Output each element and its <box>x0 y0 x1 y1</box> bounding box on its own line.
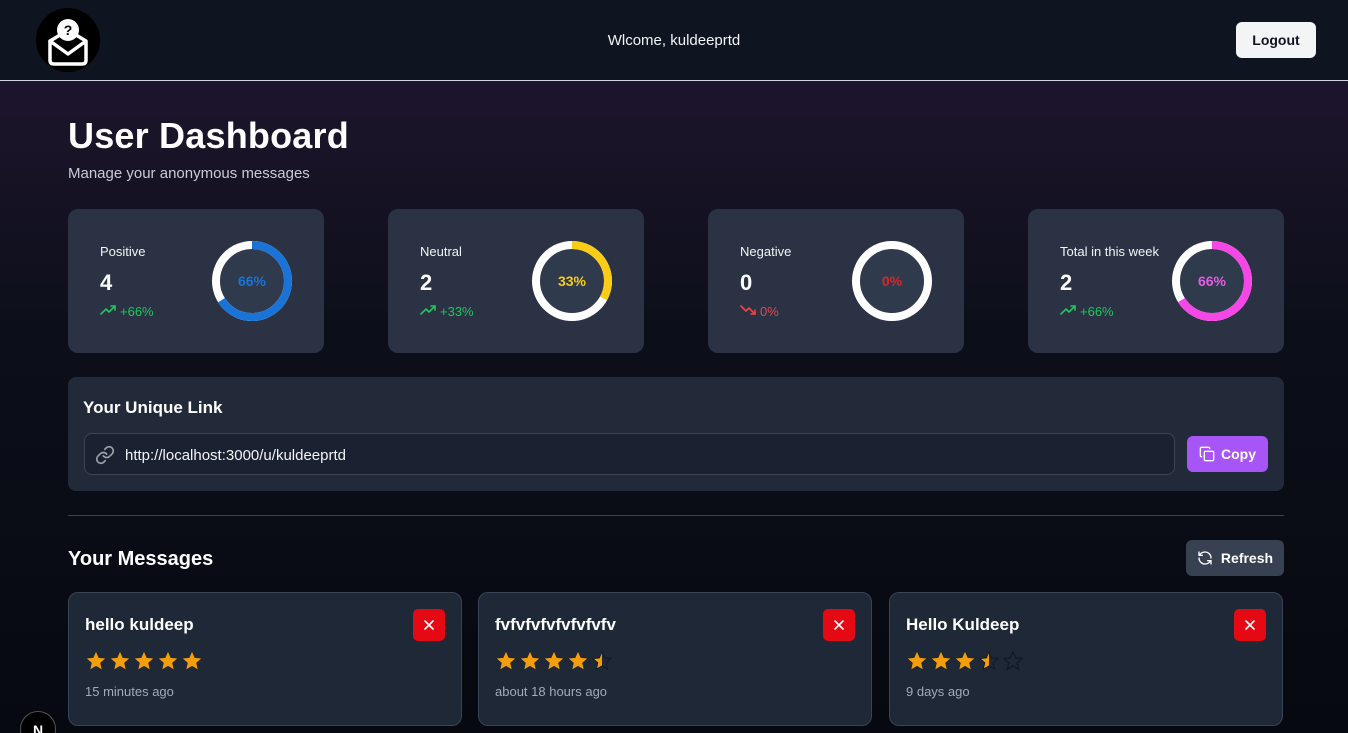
message-time: 15 minutes ago <box>85 684 174 699</box>
trend-down-icon <box>740 304 756 319</box>
stat-value: 0 <box>740 270 753 295</box>
stat-card-positive: Positive 4 +66% 66% <box>68 209 324 353</box>
star-full-icon <box>955 651 975 670</box>
page-subtitle: Manage your anonymous messages <box>68 165 310 182</box>
stat-label: Total in this week <box>1060 244 1159 259</box>
stat-label: Positive <box>100 244 146 259</box>
stat-label: Negative <box>740 244 792 259</box>
stat-card-neutral: Neutral 2 +33% 33% <box>388 209 644 353</box>
close-icon <box>424 620 434 630</box>
refresh-button[interactable]: Refresh <box>1186 540 1284 576</box>
star-rating <box>906 650 1024 672</box>
copy-icon <box>1199 446 1215 462</box>
stat-change-text: +66% <box>120 304 154 319</box>
star-half-icon <box>591 650 613 671</box>
stat-card-total-week: Total in this week 2 +66% 66% <box>1028 209 1284 353</box>
trend-up-icon <box>100 304 116 319</box>
stat-change: 0% <box>740 304 779 319</box>
link-icon <box>95 445 115 465</box>
star-full-icon <box>158 651 178 670</box>
ring-percent: 33% <box>557 273 587 289</box>
stat-change-text: +33% <box>440 304 474 319</box>
stat-card-negative: Negative 0 0% 0% <box>708 209 964 353</box>
close-icon <box>834 620 844 630</box>
star-full-icon <box>520 651 540 670</box>
refresh-icon <box>1198 551 1212 565</box>
stat-value: 4 <box>100 270 113 295</box>
message-text: fvfvfvfvfvfvfvfv <box>495 615 616 634</box>
star-full-icon <box>931 651 951 670</box>
progress-ring: 0% <box>852 241 932 321</box>
star-empty-icon <box>1002 650 1024 671</box>
message-card: Hello Kuldeep 9 days ago <box>889 592 1283 726</box>
messages-title: Your Messages <box>68 548 214 570</box>
message-time: 9 days ago <box>906 684 970 699</box>
message-card: fvfvfvfvfvfvfvfv about 18 hours ago <box>478 592 872 726</box>
unique-link-url: http://localhost:3000/u/kuldeeprtd <box>125 447 346 464</box>
star-full-icon <box>568 651 588 670</box>
navbar: ? Wlcome, kuldeeprtd Logout <box>0 0 1348 81</box>
progress-ring: 66% <box>212 241 292 321</box>
trend-up-icon <box>420 304 436 319</box>
star-full-icon <box>134 651 154 670</box>
trend-up-icon <box>1060 304 1076 319</box>
ring-percent: 66% <box>237 273 267 289</box>
unique-link-field[interactable]: http://localhost:3000/u/kuldeeprtd <box>84 433 1175 475</box>
stat-label: Neutral <box>420 244 462 259</box>
star-full-icon <box>496 651 516 670</box>
close-icon <box>1245 620 1255 630</box>
delete-message-button[interactable] <box>823 609 855 641</box>
page-title: User Dashboard <box>68 115 349 156</box>
message-text: hello kuldeep <box>85 615 194 634</box>
unique-link-title: Your Unique Link <box>83 398 223 417</box>
star-rating <box>495 650 613 672</box>
stat-value: 2 <box>1060 270 1073 295</box>
stat-change-text: 0% <box>760 304 779 319</box>
star-half-icon <box>978 650 1000 671</box>
stat-change: +66% <box>100 304 154 319</box>
message-time: about 18 hours ago <box>495 684 608 699</box>
stat-value: 2 <box>420 270 433 295</box>
stat-change: +33% <box>420 304 474 319</box>
ring-percent: 0% <box>881 273 903 289</box>
star-rating <box>85 650 203 672</box>
logout-button[interactable]: Logout <box>1236 22 1316 58</box>
refresh-label: Refresh <box>1220 550 1274 566</box>
star-full-icon <box>110 651 130 670</box>
star-full-icon <box>182 651 202 670</box>
copy-label: Copy <box>1221 446 1256 462</box>
unique-link-section: Your Unique Link http://localhost:3000/u… <box>68 377 1284 491</box>
stat-change: +66% <box>1060 304 1114 319</box>
nextjs-dev-badge[interactable]: N <box>20 711 56 733</box>
stat-change-text: +66% <box>1080 304 1114 319</box>
copy-button[interactable]: Copy <box>1187 436 1268 472</box>
message-card: hello kuldeep 15 minutes ago <box>68 592 462 726</box>
star-full-icon <box>544 651 564 670</box>
progress-ring: 66% <box>1172 241 1252 321</box>
star-full-icon <box>86 651 106 670</box>
message-text: Hello Kuldeep <box>906 615 1020 634</box>
progress-ring: 33% <box>532 241 612 321</box>
delete-message-button[interactable] <box>413 609 445 641</box>
star-full-icon <box>907 651 927 670</box>
section-divider <box>68 515 1284 516</box>
delete-message-button[interactable] <box>1234 609 1266 641</box>
ring-percent: 66% <box>1197 273 1227 289</box>
welcome-text: Wlcome, kuldeeprtd <box>607 32 741 49</box>
